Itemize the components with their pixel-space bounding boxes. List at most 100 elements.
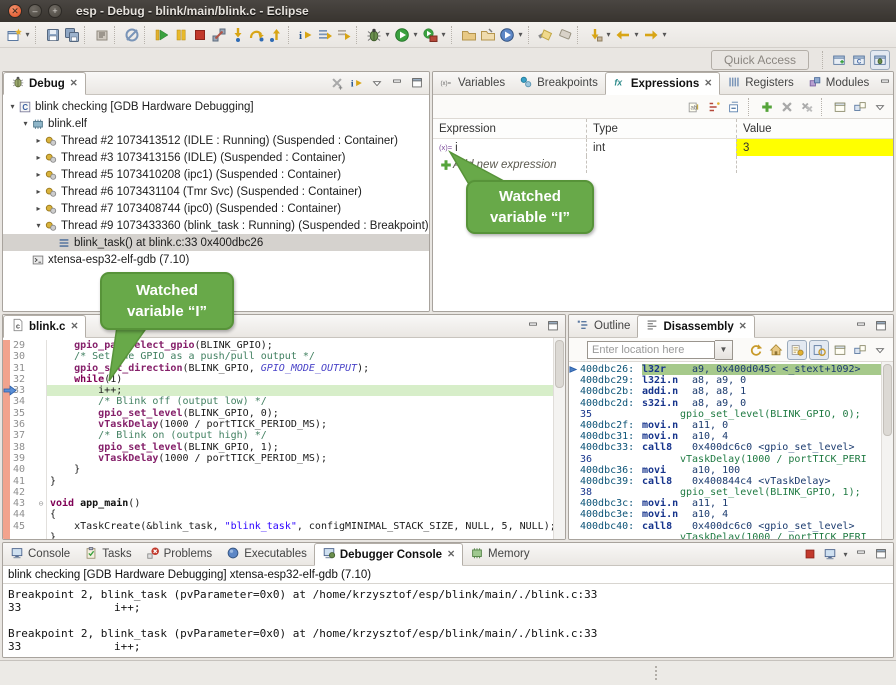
editor-scrollbar[interactable] — [553, 338, 565, 539]
location-dropdown-button[interactable]: ▼ — [715, 340, 733, 360]
save-all-icon[interactable] — [62, 25, 81, 44]
fold-marker[interactable]: ⊖ — [36, 498, 46, 509]
quick-access-button[interactable]: Quick Access — [711, 50, 809, 70]
editor-line[interactable]: 31 gpio_set_direction(BLINK_GPIO, GPIO_M… — [3, 363, 565, 374]
line-number[interactable]: 38 — [10, 442, 36, 453]
editor-line[interactable]: 40 } — [3, 464, 565, 475]
line-number[interactable]: 32 — [10, 374, 36, 385]
minimize-icon[interactable] — [876, 74, 894, 92]
disassembly-instruction[interactable]: 400dbc3c:movi.na11, 1 — [569, 498, 893, 509]
debug-tree-item[interactable]: ▸Thread #2 1073413512 (IDLE : Running) (… — [3, 132, 429, 149]
mark-occurrences-icon[interactable] — [555, 25, 574, 44]
close-tab-icon[interactable]: ✕ — [70, 78, 78, 89]
line-number[interactable]: 30 — [10, 351, 36, 362]
editor-line[interactable]: 44{ — [3, 509, 565, 520]
disassembly-instruction[interactable]: 400dbc2b:addi.na8, a8, 1 — [569, 386, 893, 397]
show-types-icon[interactable]: ab — [685, 98, 703, 116]
dropdown-chevron-icon[interactable]: ▾ — [660, 30, 669, 39]
tab-console[interactable]: Console — [3, 543, 77, 565]
collapsed-arrow-icon[interactable]: ▸ — [33, 170, 44, 179]
location-input[interactable]: Enter location here — [587, 341, 715, 359]
instruction-step-icon[interactable]: i — [296, 25, 315, 44]
suspend-icon[interactable] — [171, 25, 190, 44]
disassembly-source-line[interactable]: vTaskDelay(1000 / portTICK_PERI — [569, 532, 893, 539]
tab-modules[interactable]: Modules — [801, 72, 876, 94]
disassembly-instruction[interactable]: 400dbc3e:movi.na10, 4 — [569, 509, 893, 520]
debug-tree-item[interactable]: ▾blink.elf — [3, 115, 429, 132]
new-wizard-icon[interactable] — [4, 25, 23, 44]
editor-line[interactable]: 45 xTaskCreate(&blink_task, "blink_task"… — [3, 521, 565, 532]
editor-line[interactable]: 39 vTaskDelay(1000 / portTICK_PERIOD_MS)… — [3, 453, 565, 464]
tab-blink-c[interactable]: cblink.c✕ — [3, 315, 86, 338]
editor-line[interactable]: 29 gpio_pad_select_gpio(BLINK_GPIO); — [3, 340, 565, 351]
dropdown-chevron-icon[interactable]: ▾ — [516, 30, 525, 39]
maximize-icon[interactable] — [544, 317, 562, 335]
dropdown-chevron-icon[interactable]: ▾ — [632, 30, 641, 39]
line-number[interactable]: 36 — [10, 419, 36, 430]
editor-line[interactable]: 42 — [3, 487, 565, 498]
open-resource-icon[interactable] — [478, 25, 497, 44]
tab-disassembly[interactable]: Disassembly✕ — [637, 315, 754, 338]
tab-memory[interactable]: Memory — [463, 543, 537, 565]
open-type-icon[interactable] — [459, 25, 478, 44]
editor-line[interactable]: 37 /* Blink on (output high) */ — [3, 430, 565, 441]
editor-line[interactable]: 30 /* Set the GPIO as a push/pull output… — [3, 351, 565, 362]
close-tab-icon[interactable]: ✕ — [739, 321, 747, 332]
debug-icon[interactable] — [364, 25, 383, 44]
external-tools-icon[interactable] — [420, 25, 439, 44]
remove-expression-icon[interactable] — [778, 98, 796, 116]
disassembly-source-line[interactable]: 36vTaskDelay(1000 / portTICK_PERI — [569, 454, 893, 465]
column-header-expression[interactable]: Expression — [433, 119, 586, 138]
window-minimize-button[interactable]: – — [28, 4, 42, 18]
line-number[interactable]: 40 — [10, 464, 36, 475]
dropdown-chevron-icon[interactable]: ▾ — [383, 30, 392, 39]
view-menu-icon[interactable] — [871, 98, 889, 116]
link-view-icon[interactable] — [851, 98, 869, 116]
run-icon[interactable] — [392, 25, 411, 44]
debug-tree-item[interactable]: ▸Thread #7 1073408744 (ipc0) (Suspended … — [3, 200, 429, 217]
debug-tree-item[interactable]: xtensa-esp32-elf-gdb (7.10) — [3, 251, 429, 268]
editor-line[interactable]: 41} — [3, 476, 565, 487]
tab-outline[interactable]: Outline — [569, 315, 637, 337]
editor-line[interactable]: 32 while(1) — [3, 374, 565, 385]
disassembly-instruction[interactable]: 400dbc2d:s32i.na8, a9, 0 — [569, 398, 893, 409]
disassembly-source-line[interactable]: 38gpio_set_level(BLINK_GPIO, 1); — [569, 487, 893, 498]
editor-line[interactable]: 34 /* Blink off (output low) */ — [3, 396, 565, 407]
step-return-icon[interactable] — [266, 25, 285, 44]
line-number[interactable]: 29 — [10, 340, 36, 351]
expanded-arrow-icon[interactable]: ▾ — [20, 119, 31, 128]
view-menu-icon[interactable] — [368, 74, 386, 92]
console-output[interactable]: Breakpoint 2, blink_task (pvParameter=0x… — [3, 584, 893, 657]
line-number[interactable]: 43 — [10, 498, 36, 509]
dropdown-chevron-icon[interactable]: ▾ — [604, 30, 613, 39]
line-number[interactable]: 35 — [10, 408, 36, 419]
editor-line[interactable]: } — [3, 532, 565, 539]
new-view-icon[interactable] — [831, 341, 849, 359]
remove-all-expressions-icon[interactable] — [798, 98, 816, 116]
step-over-icon[interactable] — [247, 25, 266, 44]
skip-breakpoints-icon[interactable] — [122, 25, 141, 44]
step-into-icon[interactable] — [228, 25, 247, 44]
forward-icon[interactable] — [641, 25, 660, 44]
disassembly-source-line[interactable]: 35gpio_set_level(BLINK_GPIO, 0); — [569, 409, 893, 420]
expanded-arrow-icon[interactable]: ▾ — [7, 102, 18, 111]
collapsed-arrow-icon[interactable]: ▸ — [33, 136, 44, 145]
view-menu-icon[interactable] — [871, 341, 889, 359]
instruction-step-icon[interactable]: i — [348, 74, 366, 92]
tab-expressions[interactable]: fxExpressions✕ — [605, 72, 720, 95]
tab-variables[interactable]: (x)=Variables — [433, 72, 512, 94]
maximize-icon[interactable] — [872, 545, 890, 563]
column-header-value[interactable]: Value — [736, 119, 893, 138]
step-filters-icon[interactable] — [334, 25, 353, 44]
tab-breakpoints[interactable]: Breakpoints — [512, 72, 605, 94]
debug-tree-item[interactable]: ▾Thread #9 1073433360 (blink_task : Runn… — [3, 217, 429, 234]
tab-debug[interactable]: Debug✕ — [3, 72, 86, 95]
save-icon[interactable] — [43, 25, 62, 44]
line-number[interactable]: 44 — [10, 509, 36, 520]
line-number[interactable]: 34 — [10, 396, 36, 407]
disassembly-instruction[interactable]: 400dbc2f:movi.na11, 0 — [569, 420, 893, 431]
dropdown-chevron-icon[interactable]: ▾ — [23, 30, 32, 39]
minimize-icon[interactable] — [524, 317, 542, 335]
line-number[interactable]: 37 — [10, 430, 36, 441]
disassembly-instruction[interactable]: 400dbc39:call80x400844c4 <vTaskDelay> — [569, 476, 893, 487]
